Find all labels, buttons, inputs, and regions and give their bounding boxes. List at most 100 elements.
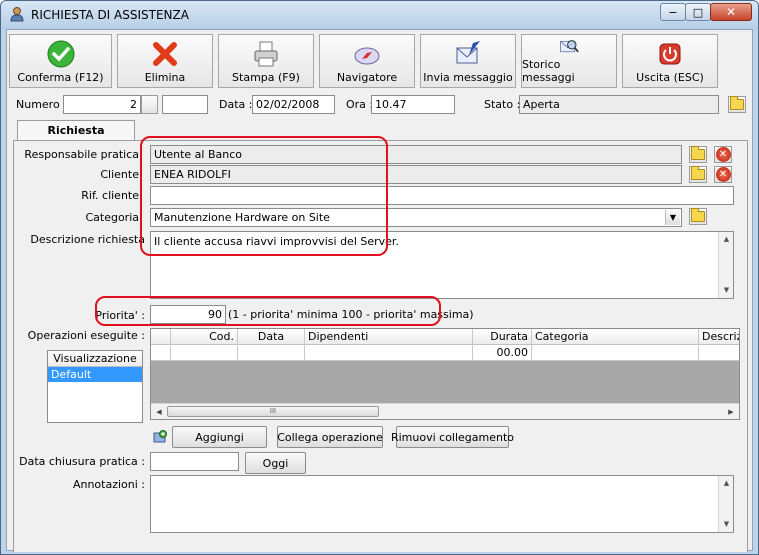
table-row[interactable]: 00.00 bbox=[151, 345, 739, 361]
grid-hscrollbar[interactable]: ◀ III ▶ bbox=[151, 403, 739, 419]
responsabile-field: Utente al Banco bbox=[150, 145, 682, 164]
collega-operazione-button[interactable]: Collega operazione bbox=[277, 426, 383, 448]
tab-richiesta[interactable]: Richiesta bbox=[17, 120, 135, 141]
numero-label: Numero : bbox=[16, 98, 67, 111]
print-button-label: Stampa (F9) bbox=[232, 71, 300, 84]
main-window: RICHIESTA DI ASSISTENZA − □ ✕ Conferma (… bbox=[0, 0, 759, 555]
priorita-field[interactable]: 90 bbox=[150, 305, 226, 324]
close-button[interactable]: ✕ bbox=[710, 3, 752, 21]
title-bar[interactable]: RICHIESTA DI ASSISTENZA − □ ✕ bbox=[1, 1, 758, 29]
message-history-button[interactable]: Storico messaggi bbox=[521, 34, 617, 88]
cell-data[interactable] bbox=[238, 345, 305, 361]
data-field[interactable]: 02/02/2008 bbox=[252, 95, 335, 114]
cliente-field: ENEA RIDOLFI bbox=[150, 165, 682, 184]
message-history-icon bbox=[560, 40, 579, 53]
annotazioni-textarea[interactable]: ▲ ▼ bbox=[150, 475, 734, 533]
folder-icon bbox=[691, 208, 705, 222]
grid-empty-area bbox=[151, 361, 739, 403]
data-label: Data : bbox=[219, 98, 253, 111]
close-icon: ✕ bbox=[725, 5, 737, 19]
delete-x-icon bbox=[153, 42, 177, 66]
visualizzazione-header: Visualizzazione bbox=[48, 351, 142, 367]
compass-icon bbox=[354, 47, 380, 65]
annotazioni-scrollbar[interactable]: ▲ ▼ bbox=[718, 476, 733, 532]
numero-suffix-field[interactable] bbox=[162, 95, 208, 114]
cell-categoria[interactable] bbox=[532, 345, 699, 361]
responsabile-folder-button[interactable] bbox=[689, 146, 707, 163]
aggiungi-button[interactable]: Aggiungi bbox=[172, 426, 267, 448]
add-operation-icon bbox=[153, 430, 167, 443]
folder-icon bbox=[691, 166, 705, 180]
navigator-button[interactable]: Navigatore bbox=[319, 34, 415, 88]
chevron-down-icon[interactable]: ▼ bbox=[665, 210, 680, 225]
data-chiusura-field[interactable] bbox=[150, 452, 239, 471]
categoria-select[interactable]: Manutenzione Hardware on Site ▼ bbox=[150, 208, 682, 227]
scroll-left-icon[interactable]: ◀ bbox=[152, 405, 166, 419]
rif-cliente-field[interactable] bbox=[150, 186, 734, 205]
clear-x-icon: ✕ bbox=[715, 147, 731, 162]
cell-durata[interactable]: 00.00 bbox=[473, 345, 532, 361]
client-area: Conferma (F12) Elimina Stampa (F9) Navig… bbox=[6, 29, 753, 552]
scroll-right-icon[interactable]: ▶ bbox=[724, 405, 738, 419]
list-item[interactable]: Default bbox=[48, 367, 142, 382]
confirm-button[interactable]: Conferma (F12) bbox=[9, 34, 112, 88]
numero-lookup-button[interactable] bbox=[141, 95, 158, 114]
maximize-button[interactable]: □ bbox=[685, 3, 711, 21]
cliente-clear-button[interactable]: ✕ bbox=[714, 166, 732, 183]
scroll-down-icon[interactable]: ▼ bbox=[719, 283, 734, 298]
column-header-dipendenti[interactable]: Dipendenti bbox=[305, 329, 473, 345]
column-header-data[interactable]: Data bbox=[238, 329, 305, 345]
descrizione-label: Descrizione richiesta bbox=[30, 233, 145, 246]
data-chiusura-label: Data chiusura pratica : bbox=[19, 455, 145, 468]
scroll-up-icon[interactable]: ▲ bbox=[719, 476, 734, 491]
clear-x-icon: ✕ bbox=[715, 167, 731, 182]
delete-button[interactable]: Elimina bbox=[117, 34, 213, 88]
cell-dipendenti[interactable] bbox=[305, 345, 473, 361]
categoria-folder-button[interactable] bbox=[689, 208, 707, 225]
responsabile-clear-button[interactable]: ✕ bbox=[714, 146, 732, 163]
cell-descrizione[interactable] bbox=[699, 345, 739, 361]
cliente-folder-button[interactable] bbox=[689, 166, 707, 183]
send-message-icon bbox=[456, 41, 480, 64]
minimize-button[interactable]: − bbox=[660, 3, 686, 21]
rimuovi-collegamento-button[interactable]: Rimuovi collegamento bbox=[391, 426, 514, 448]
grid-header-corner bbox=[151, 329, 171, 345]
exit-button[interactable]: Uscita (ESC) bbox=[622, 34, 718, 88]
message-history-button-label: Storico messaggi bbox=[522, 58, 575, 84]
scroll-up-icon[interactable]: ▲ bbox=[719, 232, 734, 247]
oggi-button[interactable]: Oggi bbox=[245, 452, 306, 474]
column-header-cod[interactable]: Cod. bbox=[171, 329, 238, 345]
confirm-button-label: Conferma (F12) bbox=[17, 71, 104, 84]
window-title: RICHIESTA DI ASSISTENZA bbox=[31, 8, 189, 22]
rif-cliente-label: Rif. cliente bbox=[81, 189, 139, 202]
minimize-icon: − bbox=[668, 5, 678, 19]
cell-cod[interactable] bbox=[171, 345, 238, 361]
descrizione-textarea[interactable]: Il cliente accusa riavvi improvvisi del … bbox=[150, 231, 734, 299]
stato-folder-button[interactable] bbox=[728, 96, 746, 113]
categoria-value: Manutenzione Hardware on Site bbox=[154, 211, 330, 224]
navigator-button-label: Navigatore bbox=[336, 71, 398, 84]
descrizione-scrollbar[interactable]: ▲ ▼ bbox=[718, 232, 733, 298]
descrizione-text: Il cliente accusa riavvi improvvisi del … bbox=[154, 235, 399, 248]
check-icon bbox=[47, 40, 74, 68]
ora-field[interactable]: 10.47 bbox=[371, 95, 455, 114]
send-message-button[interactable]: Invia messaggio bbox=[420, 34, 516, 88]
column-header-durata[interactable]: Durata bbox=[473, 329, 532, 345]
scroll-down-icon[interactable]: ▼ bbox=[719, 517, 734, 532]
numero-field[interactable]: 2 bbox=[63, 95, 141, 114]
column-header-descrizione[interactable]: Descriz bbox=[699, 329, 739, 345]
row-selector[interactable] bbox=[151, 345, 171, 361]
print-button[interactable]: Stampa (F9) bbox=[218, 34, 314, 88]
operazioni-label: Operazioni eseguite : bbox=[27, 329, 145, 342]
operazioni-grid[interactable]: Cod. Data Dipendenti Durata Categoria De… bbox=[150, 328, 740, 420]
exit-button-label: Uscita (ESC) bbox=[636, 71, 704, 84]
grid-header: Cod. Data Dipendenti Durata Categoria De… bbox=[151, 329, 739, 345]
power-icon bbox=[659, 43, 681, 65]
column-header-categoria[interactable]: Categoria bbox=[532, 329, 699, 345]
stato-label: Stato : bbox=[484, 98, 521, 111]
ora-label: Ora : bbox=[346, 98, 374, 111]
visualizzazione-listbox[interactable]: Visualizzazione Default bbox=[47, 350, 143, 423]
scroll-thumb[interactable]: III bbox=[167, 406, 379, 417]
priorita-label: Priorita' : bbox=[95, 309, 145, 322]
maximize-icon: □ bbox=[692, 5, 704, 19]
